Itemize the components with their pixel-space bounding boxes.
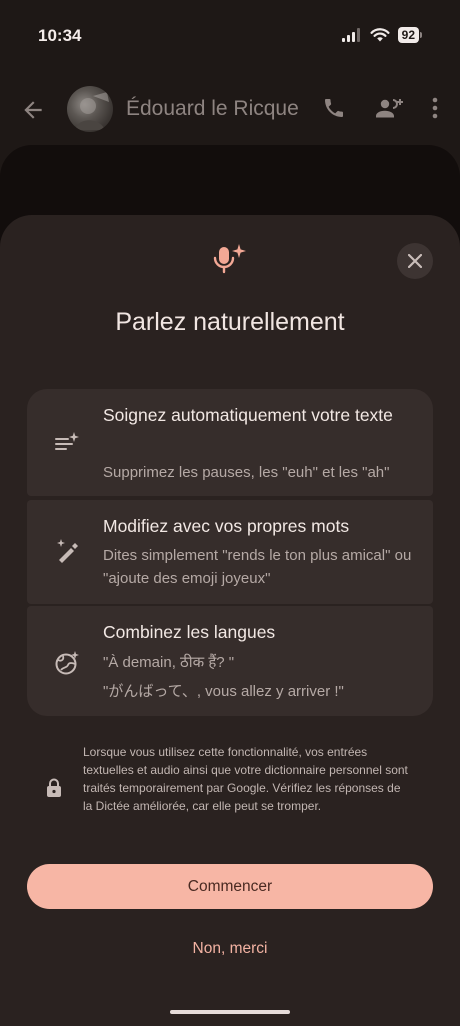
avatar-image — [75, 92, 109, 130]
status-bar: 10:34 92 — [0, 0, 460, 70]
avatar[interactable] — [67, 86, 113, 132]
add-person-icon[interactable] — [374, 96, 404, 120]
app-actions — [322, 96, 438, 120]
feature-card-edit-words: Modifiez avec vos propres mots Dites sim… — [27, 500, 433, 604]
feature-example-1: "À demain, ठीक हैं? " — [103, 654, 235, 671]
feature-card-auto-clean: Soignez automatiquement votre texte Supp… — [27, 389, 433, 496]
auto-clean-text-icon — [55, 432, 79, 450]
start-button[interactable]: Commencer — [27, 864, 433, 909]
more-vert-icon[interactable] — [432, 97, 438, 119]
lock-icon — [47, 778, 61, 797]
sheet-title: Parlez naturellement — [115, 308, 345, 336]
feature-title: Soignez automatiquement votre texte — [103, 405, 393, 425]
feature-description: Dites simplement "rends le ton plus amic… — [103, 547, 412, 587]
decline-button[interactable]: Non, merci — [0, 940, 460, 958]
wifi-icon — [370, 28, 390, 42]
feature-title: Combinez les langues — [103, 622, 276, 642]
close-button[interactable] — [397, 243, 433, 279]
close-icon — [408, 254, 422, 268]
magic-pen-icon — [57, 539, 78, 563]
app-bar: Édouard le Ricque — [0, 80, 460, 140]
onboarding-sheet: Parlez naturellement Soignez automatique… — [0, 215, 460, 1026]
home-indicator[interactable] — [170, 1010, 290, 1014]
feature-title: Modifiez avec vos propres mots — [103, 516, 350, 536]
battery-level: 92 — [397, 27, 419, 43]
back-arrow-icon[interactable] — [20, 97, 46, 123]
status-icons: 92 — [341, 27, 422, 43]
feature-description: Supprimez les pauses, les "euh" et les "… — [103, 464, 390, 481]
contact-name[interactable]: Édouard le Ricque — [126, 97, 299, 121]
phone-icon[interactable] — [322, 96, 346, 120]
cellular-signal-icon — [341, 28, 360, 42]
globe-sparkle-icon — [55, 651, 79, 675]
sparkle-mic-icon — [213, 244, 246, 274]
privacy-notice: Lorsque vous utilisez cette fonctionnali… — [83, 745, 408, 813]
battery-icon: 92 — [397, 27, 422, 43]
status-time: 10:34 — [38, 26, 82, 45]
feature-card-mix-languages: Combinez les langues "À demain, ठीक हैं?… — [27, 606, 433, 716]
feature-example-2: "がんばって、, vous allez y arriver !" — [103, 683, 344, 700]
